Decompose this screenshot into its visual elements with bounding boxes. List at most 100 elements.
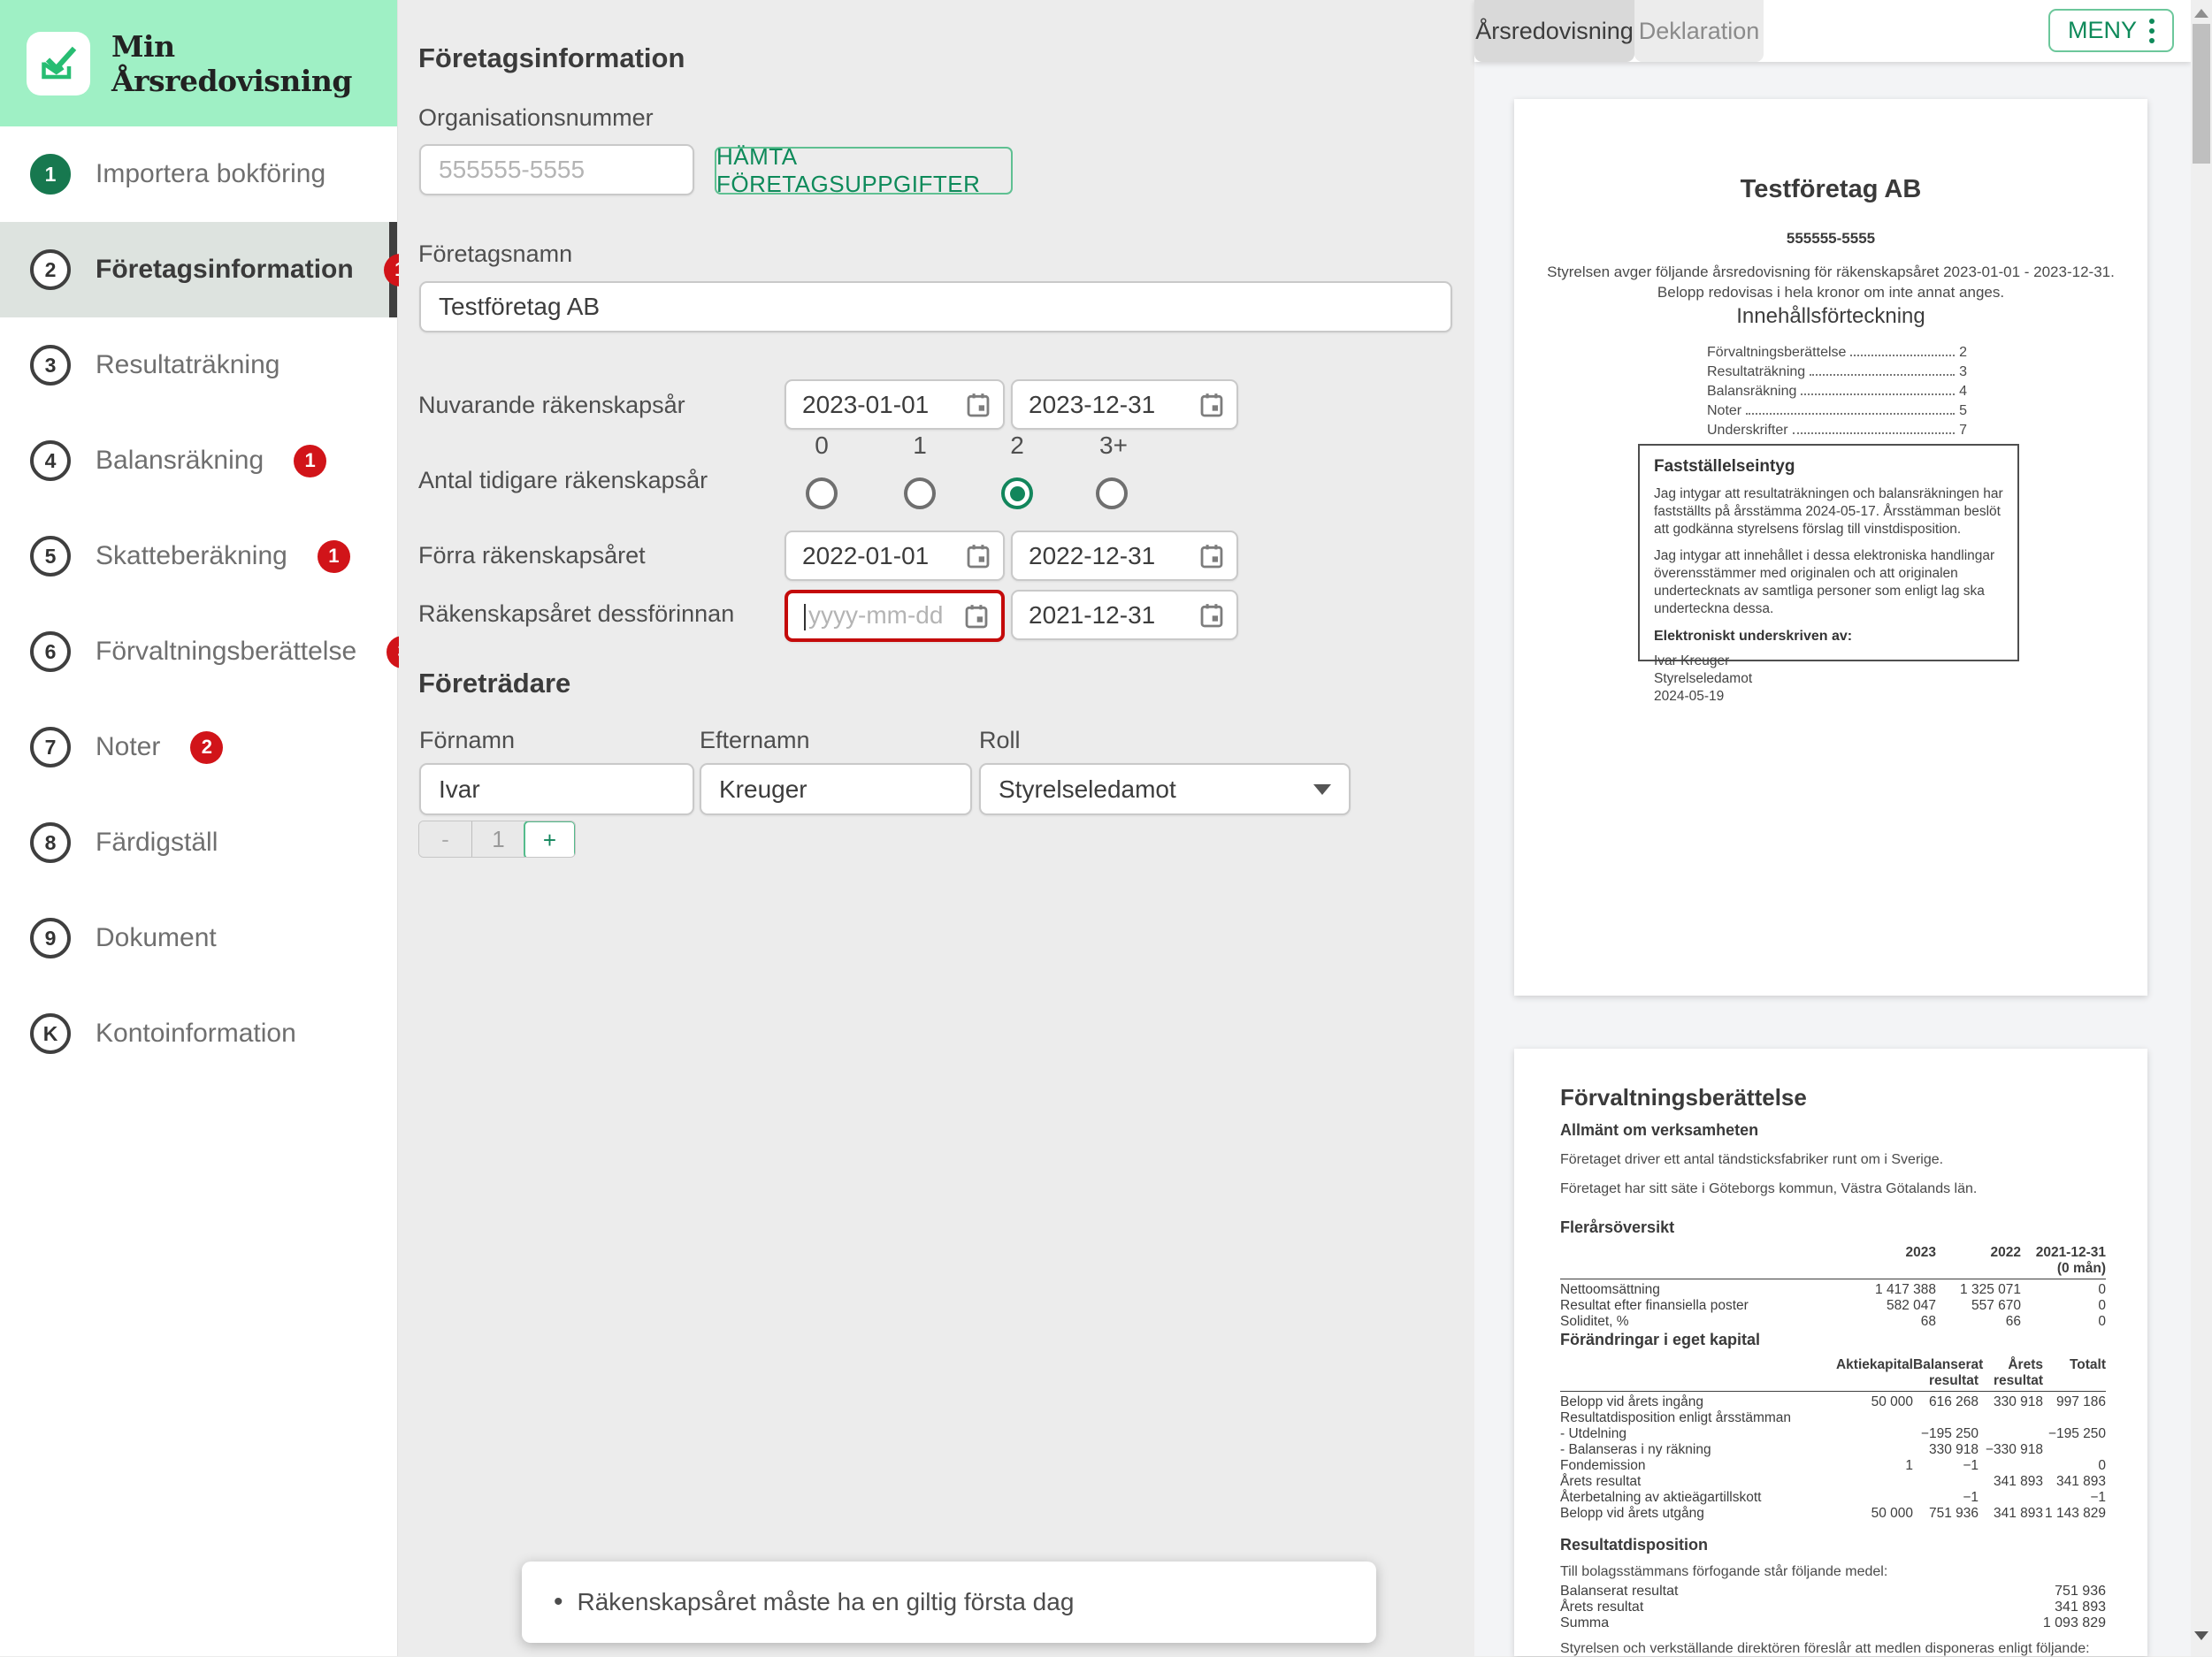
sidebar-item-kontoinformation[interactable]: K Kontoinformation — [0, 986, 397, 1081]
representative-count: 1 — [472, 821, 524, 857]
sidebar-header: Min Årsredovisning — [0, 0, 397, 126]
preview-panel: Årsredovisning Deklaration MENY Testföre… — [1474, 0, 2191, 1656]
doc-paragraph: Företaget har sitt säte i Göteborgs komm… — [1560, 1181, 1977, 1197]
sidebar-item-forvaltningsberattelse[interactable]: 6 Förvaltningsberättelse 3 — [0, 604, 397, 699]
sidebar-item-label: Färdigställ — [96, 828, 218, 858]
step-number-text: K — [43, 1022, 58, 1046]
sidebar-item-importera-bokforing[interactable]: 1 Importera bokföring — [0, 126, 397, 222]
radio-prev-years-2[interactable] — [1001, 477, 1033, 509]
last-name-input[interactable]: Kreuger — [700, 763, 972, 815]
add-representative-button[interactable]: + — [524, 821, 576, 858]
menu-button[interactable]: MENY — [2048, 9, 2174, 52]
date-placeholder: yyyy-mm-dd — [808, 601, 943, 629]
toc-row: Underskrifter 7 — [1707, 423, 1967, 442]
scrollbar[interactable] — [2191, 0, 2212, 1656]
date-value: 2023-12-31 — [1029, 391, 1155, 419]
representative-count-stepper: - 1 + — [418, 821, 576, 858]
table-row: Årets resultat341 893341 893 — [1560, 1474, 2106, 1490]
sidebar-item-noter[interactable]: 7 Noter 2 — [0, 699, 397, 795]
step-number-k: K — [30, 1013, 71, 1054]
calendar-icon[interactable] — [966, 543, 991, 569]
radio-prev-years-1[interactable] — [904, 477, 936, 509]
first-name-input[interactable]: Ivar — [419, 763, 694, 815]
intyg-paragraph-1: Jag intygar att resultaträkningen och ba… — [1654, 485, 2003, 538]
calendar-icon[interactable] — [1199, 543, 1224, 569]
tab-deklaration[interactable]: Deklaration — [1634, 0, 1764, 62]
sidebar-item-skatteberakning[interactable]: 5 Skatteberäkning 1 — [0, 508, 397, 604]
fetch-company-button[interactable]: HÄMTA FÖRETAGSUPPGIFTER — [715, 147, 1013, 195]
document-page-1: Testföretag AB 555555-5555 Styrelsen avg… — [1514, 99, 2147, 996]
sidebar-item-dokument[interactable]: 9 Dokument — [0, 890, 397, 986]
sidebar: Min Årsredovisning 1 Importera bokföring… — [0, 0, 398, 1656]
step-number-4: 4 — [30, 440, 71, 481]
main-form-panel: Företagsinformation Organisationsnummer … — [399, 0, 1474, 1656]
orgnr-input[interactable]: 555555-5555 — [419, 144, 694, 195]
col-header: 2022 — [1936, 1245, 2021, 1261]
sidebar-item-label: Resultaträkning — [96, 350, 279, 380]
calendar-icon[interactable] — [1199, 602, 1224, 629]
tab-arsredovisning[interactable]: Årsredovisning — [1474, 0, 1634, 62]
toc-leader — [1801, 393, 1955, 395]
company-name-label: Företagsnamn — [418, 241, 572, 268]
current-year-end-input[interactable]: 2023-12-31 — [1011, 379, 1238, 430]
step-number-text: 9 — [45, 927, 57, 951]
envelope-check-icon — [37, 42, 80, 85]
table-row: Summa1 093 829 — [1560, 1615, 2106, 1631]
calendar-icon[interactable] — [964, 603, 989, 630]
scroll-up-icon[interactable] — [2194, 9, 2208, 18]
table-header-row: (0 mån) — [1560, 1261, 2106, 1277]
calendar-icon[interactable] — [966, 392, 991, 418]
doc-section-heading: Förvaltningsberättelse — [1560, 1084, 1807, 1111]
bullet-icon: • — [554, 1587, 563, 1617]
intyg-paragraph-2: Jag intygar att innehållet i dessa elekt… — [1654, 547, 2003, 618]
date-value: 2021-12-31 — [1029, 601, 1155, 630]
toc-label: Förvaltningsberättelse — [1707, 345, 1846, 361]
scrollbar-thumb[interactable] — [2193, 24, 2210, 164]
doc-intro-line1: Styrelsen avger följande årsredovisning … — [1514, 262, 2147, 282]
prev2-year-start-input[interactable]: yyyy-mm-dd — [785, 590, 1005, 642]
radio-prev-years-3plus[interactable] — [1096, 477, 1128, 509]
role-select[interactable]: Styrelseledamot — [979, 763, 1351, 815]
date-placeholder-wrap: yyyy-mm-dd — [804, 601, 943, 630]
menu-button-label: MENY — [2068, 17, 2137, 44]
doc-subheading-disposition: Resultatdisposition — [1560, 1536, 1708, 1554]
first-name-label: Förnamn — [419, 727, 515, 754]
toc-row: Resultaträkning3 — [1707, 364, 1967, 384]
step-number-8: 8 — [30, 822, 71, 863]
sidebar-item-foretagsinformation[interactable]: 2 Företagsinformation 1 — [0, 222, 397, 317]
prev-year-end-input[interactable]: 2022-12-31 — [1011, 531, 1238, 581]
table-header-row: resultatresultat — [1560, 1373, 2106, 1389]
table-row: Balanserat resultat751 936 — [1560, 1584, 2106, 1600]
toc-page: 7 — [1959, 423, 1967, 439]
toc-label: Underskrifter — [1707, 423, 1788, 439]
prev2-year-end-input[interactable]: 2021-12-31 — [1011, 590, 1238, 640]
disposition-table: Balanserat resultat751 936 Årets resulta… — [1560, 1584, 2106, 1631]
toc-row: Balansräkning4 — [1707, 384, 1967, 403]
step-number-2: 2 — [30, 249, 71, 290]
doc-paragraph: Företaget driver ett antal tändsticksfab… — [1560, 1152, 1943, 1168]
step-number-text: 4 — [45, 449, 57, 473]
validation-toast: • Räkenskapsåret måste ha en giltig förs… — [522, 1562, 1376, 1643]
prev-year-start-input[interactable]: 2022-01-01 — [785, 531, 1005, 581]
sidebar-item-balansrakning[interactable]: 4 Balansräkning 1 — [0, 413, 397, 508]
table-row: - Utdelning−195 250−195 250 — [1560, 1426, 2106, 1442]
intyg-title: Fastställelseintyg — [1654, 457, 2003, 477]
current-year-start-input[interactable]: 2023-01-01 — [785, 379, 1005, 430]
remove-representative-button[interactable]: - — [419, 821, 472, 857]
table-header-row: 202320222021-12-31 — [1560, 1245, 2106, 1261]
role-label: Roll — [979, 727, 1021, 754]
sidebar-item-fardigstall[interactable]: 8 Färdigställ — [0, 795, 397, 890]
doc-subheading-allmant: Allmänt om verksamheten — [1560, 1121, 1758, 1140]
sidebar-item-resultatrakning[interactable]: 3 Resultaträkning — [0, 317, 397, 413]
toc-page: 3 — [1959, 364, 1967, 380]
radio-option-label-0: 0 — [808, 431, 835, 460]
step-number-6: 6 — [30, 631, 71, 672]
scroll-down-icon[interactable] — [2194, 1631, 2208, 1640]
radio-prev-years-0[interactable] — [806, 477, 838, 509]
table-row: Belopp vid årets ingång50 000616 268330 … — [1560, 1394, 2106, 1410]
toc-label: Noter — [1707, 403, 1741, 419]
current-year-label: Nuvarande räkenskapsår — [418, 392, 685, 419]
orgnr-placeholder: 555555-5555 — [439, 156, 585, 184]
company-name-input[interactable]: Testföretag AB — [419, 281, 1452, 332]
calendar-icon[interactable] — [1199, 392, 1224, 418]
